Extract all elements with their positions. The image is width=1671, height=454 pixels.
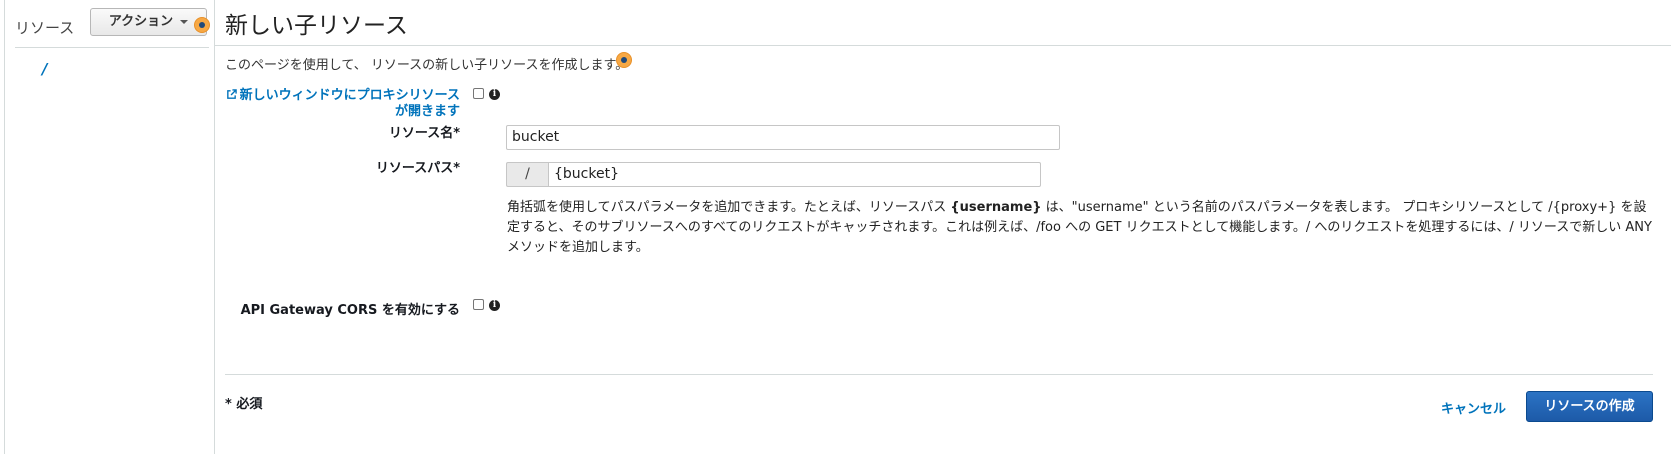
cancel-button[interactable]: キャンセル [1441, 398, 1506, 417]
sidebar-divider [15, 47, 209, 48]
resource-path-label: リソースパス* [375, 161, 460, 176]
actions-label: アクション [108, 14, 174, 29]
actions-dropdown-button[interactable]: アクション [90, 8, 207, 36]
title-divider [214, 45, 1671, 46]
caret-down-icon [180, 19, 189, 24]
resource-sidebar: リソース アクション / [5, 0, 215, 454]
cors-checkbox[interactable] [473, 299, 484, 310]
path-help-text: 角括弧を使用してパスパラメータを追加できます。たとえば、リソースパス {user… [507, 198, 1652, 258]
help-text-part: 角括弧を使用してパスパラメータを追加できます。たとえば、リソースパス [507, 200, 951, 215]
external-link-icon [226, 89, 237, 99]
help-text-emphasis: {username} [950, 200, 1042, 215]
proxy-resource-checkbox[interactable] [473, 88, 484, 99]
resource-name-input[interactable]: bucket [506, 125, 1060, 150]
resource-path-prefix: / [506, 162, 548, 187]
proxy-link-label: 新しいウィンドウにプロキシリソースが開きます [239, 88, 460, 119]
required-note: * 必須 [225, 397, 263, 412]
form-divider [225, 374, 1653, 375]
page-title: 新しい子リソース [225, 13, 408, 39]
tour-marker-icon[interactable] [195, 18, 209, 32]
sidebar-title: リソース [15, 19, 75, 37]
resource-name-label: リソース名* [388, 126, 460, 141]
intro-text: このページを使用して、 リソースの新しい子リソースを作成します。 [225, 58, 629, 73]
resource-path-input[interactable]: {bucket} [548, 162, 1041, 187]
info-icon[interactable]: i [489, 300, 500, 311]
cors-label: API Gateway CORS を有効にする [240, 303, 460, 318]
create-resource-button[interactable]: リソースの作成 [1526, 391, 1653, 422]
tour-marker-icon[interactable] [617, 53, 631, 67]
proxy-resource-link[interactable]: 新しいウィンドウにプロキシリソースが開きます [225, 88, 460, 120]
info-icon[interactable]: i [489, 89, 500, 100]
tree-item-root[interactable]: / [42, 60, 47, 78]
